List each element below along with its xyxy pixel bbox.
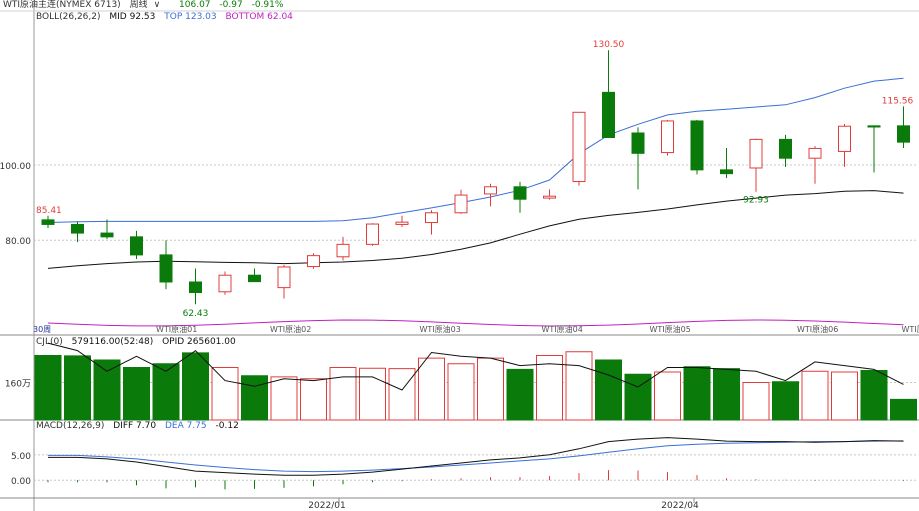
candle-body — [395, 221, 409, 225]
volume-bar — [831, 371, 858, 421]
volume-tick-label: 160万 — [5, 380, 31, 390]
candle-body — [602, 91, 615, 139]
volume-bar — [182, 352, 209, 421]
price-tick-label: 80.00 — [5, 237, 31, 247]
chart-canvas[interactable]: 100.00 80.00 160万 5.00 0.00 130.50 85.41 62.43 9… — [0, 0, 919, 511]
candle-body — [277, 266, 291, 289]
candle-body — [720, 169, 733, 175]
mid-low-annotation: 92.93 — [743, 196, 769, 206]
volume-bar — [418, 357, 445, 421]
volume-bar — [565, 351, 593, 421]
volume-bar — [64, 355, 91, 421]
volume-bar — [683, 366, 711, 421]
macd-tick-label: 5.00 — [11, 452, 31, 462]
volume-bar — [742, 382, 770, 421]
volume-bar — [860, 370, 888, 421]
candle-body — [484, 186, 497, 195]
boll-top-line — [47, 77, 904, 223]
candle-body — [189, 281, 202, 294]
candle-body — [897, 125, 910, 143]
volume-bar — [270, 376, 298, 421]
candle-body — [336, 243, 350, 258]
volume-bar — [772, 381, 799, 421]
candle-body — [41, 219, 55, 225]
volume-bar — [890, 398, 917, 421]
contract-label: WTI原油04 — [542, 324, 583, 334]
candle-body — [749, 138, 763, 169]
low-annotation: 62.43 — [183, 309, 209, 319]
contract-label: WTI原油01 — [156, 324, 197, 334]
start-annotation: 85.41 — [36, 206, 62, 216]
candle-body — [71, 223, 84, 234]
volume-bar — [152, 363, 180, 421]
chart-window: WTI原油主连(NYMEX 6713) 周线 ∨ 106.07 -0.97 -0.… — [0, 0, 919, 511]
volume-bar — [211, 367, 239, 421]
contract-label: WTI原油05 — [650, 324, 691, 334]
volume-bar — [654, 371, 681, 421]
volume-bar — [801, 370, 829, 421]
volume-bar — [447, 363, 475, 421]
candle-body — [543, 195, 556, 199]
candle-body — [867, 125, 881, 128]
contract-label: WTI原油03 — [420, 324, 461, 334]
candle-body — [808, 147, 822, 159]
candle-body — [513, 186, 527, 200]
volume-bar — [713, 368, 740, 421]
macd-dea-line — [48, 440, 904, 473]
macd-tick-label: 0.00 — [11, 477, 31, 487]
volume-bar — [93, 359, 121, 421]
volume-bar — [359, 367, 386, 421]
candle-body — [307, 255, 320, 268]
candle-body — [425, 212, 438, 224]
contract-label: WTI原 — [902, 325, 919, 334]
candle-body — [366, 223, 379, 245]
candle-body — [248, 274, 261, 283]
candle-body — [159, 254, 173, 283]
candle-body — [130, 236, 143, 256]
macd-diff-line — [48, 437, 904, 476]
volume-bar — [34, 355, 62, 421]
candle-body — [661, 120, 674, 154]
candle-body — [779, 138, 792, 159]
volume-bar — [477, 357, 504, 421]
candle-body — [838, 125, 851, 152]
candle-body — [572, 111, 586, 183]
recent-high-annotation: 115.56 — [882, 96, 914, 106]
candle-body — [454, 194, 468, 214]
contract-label: WTI原油02 — [270, 324, 311, 334]
volume-bar — [329, 367, 357, 421]
price-tick-label: 100.00 — [0, 162, 31, 172]
volume-bar — [595, 359, 622, 421]
candle-body — [690, 120, 704, 171]
volume-bar — [123, 367, 150, 421]
candle-body — [100, 232, 114, 238]
boll-mid-line — [47, 190, 904, 269]
date-label: 2022/01 — [308, 501, 345, 511]
high-annotation: 130.50 — [593, 40, 625, 50]
period-count-label: 30周 — [33, 325, 51, 334]
volume-bar — [300, 378, 327, 421]
date-label: 2022/04 — [661, 501, 699, 511]
volume-bar — [506, 368, 534, 421]
contract-label: WTI原油06 — [797, 324, 838, 334]
volume-bar — [241, 375, 268, 421]
candle-body — [218, 274, 232, 293]
volume-bar — [536, 355, 563, 421]
volume-bar — [388, 368, 416, 421]
candle-body — [631, 132, 645, 154]
